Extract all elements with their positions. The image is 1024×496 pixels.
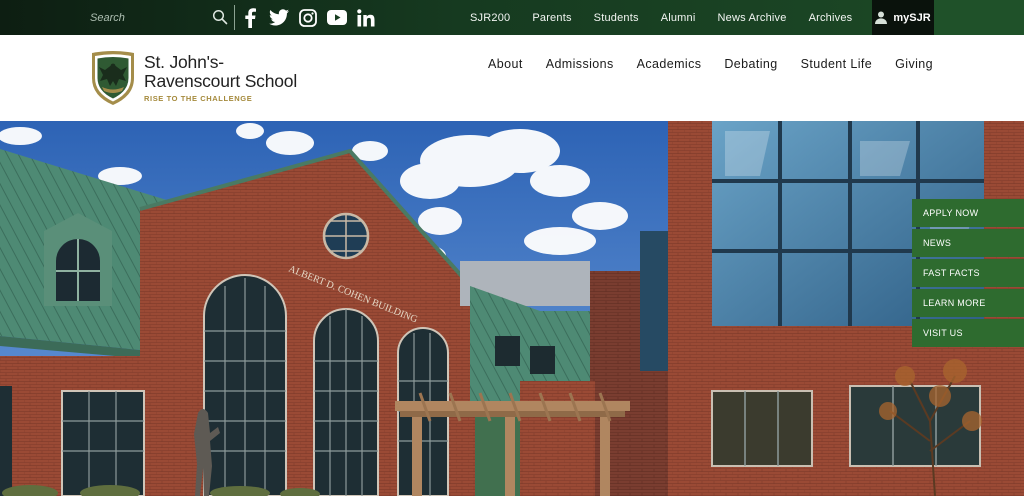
utility-link-students[interactable]: Students	[594, 12, 639, 24]
school-crest-icon	[92, 51, 134, 105]
user-icon	[875, 11, 888, 24]
utility-link-sjr200[interactable]: SJR200	[470, 12, 510, 24]
utility-link-alumni[interactable]: Alumni	[661, 12, 696, 24]
quick-links: APPLY NOW NEWS FAST FACTS LEARN MORE VIS…	[912, 199, 1024, 349]
topbar-divider	[234, 5, 235, 30]
utility-link-archives[interactable]: Archives	[809, 12, 853, 24]
top-utility-bar: SJR200 Parents Students Alumni News Arch…	[0, 0, 1024, 35]
quick-link-apply-now[interactable]: APPLY NOW	[912, 199, 1024, 227]
search-box	[82, 0, 228, 35]
hero-image: ALBERT D. COHEN BUILDING	[0, 121, 1024, 496]
utility-link-parents[interactable]: Parents	[532, 12, 571, 24]
youtube-icon[interactable]	[327, 8, 347, 28]
nav-giving[interactable]: Giving	[895, 57, 933, 71]
nav-admissions[interactable]: Admissions	[546, 57, 614, 71]
school-logo[interactable]: St. John's- Ravenscourt School RISE TO T…	[90, 50, 297, 106]
site-header: St. John's- Ravenscourt School RISE TO T…	[0, 35, 1024, 121]
school-name-line-1: St. John's-	[144, 52, 224, 72]
quick-link-visit-us[interactable]: VISIT US	[912, 319, 1024, 347]
linkedin-icon[interactable]	[356, 8, 376, 28]
search-input[interactable]	[82, 11, 192, 24]
nav-about[interactable]: About	[488, 57, 523, 71]
nav-student-life[interactable]: Student Life	[801, 57, 873, 71]
school-name-line-2: Ravenscourt School	[144, 71, 298, 91]
nav-debating[interactable]: Debating	[724, 57, 777, 71]
facebook-icon[interactable]	[240, 7, 260, 28]
mysjr-login-button[interactable]: mySJR	[872, 0, 934, 35]
logo-text: St. John's- Ravenscourt School RISE TO T…	[144, 50, 298, 104]
instagram-icon[interactable]	[298, 8, 318, 28]
quick-link-learn-more[interactable]: LEARN MORE	[912, 289, 1024, 317]
search-icon[interactable]	[212, 9, 228, 25]
twitter-icon[interactable]	[269, 8, 289, 28]
utility-nav: SJR200 Parents Students Alumni News Arch…	[470, 0, 874, 35]
main-nav: About Admissions Academics Debating Stud…	[465, 57, 933, 71]
quick-link-news[interactable]: NEWS	[912, 229, 1024, 257]
social-links	[240, 0, 376, 35]
mysjr-label: mySJR	[893, 11, 931, 24]
topbar-accent	[934, 0, 1024, 35]
utility-link-news-archive[interactable]: News Archive	[718, 12, 787, 24]
school-tagline: RISE TO THE CHALLENGE	[144, 94, 253, 103]
nav-academics[interactable]: Academics	[637, 57, 702, 71]
quick-link-fast-facts[interactable]: FAST FACTS	[912, 259, 1024, 287]
